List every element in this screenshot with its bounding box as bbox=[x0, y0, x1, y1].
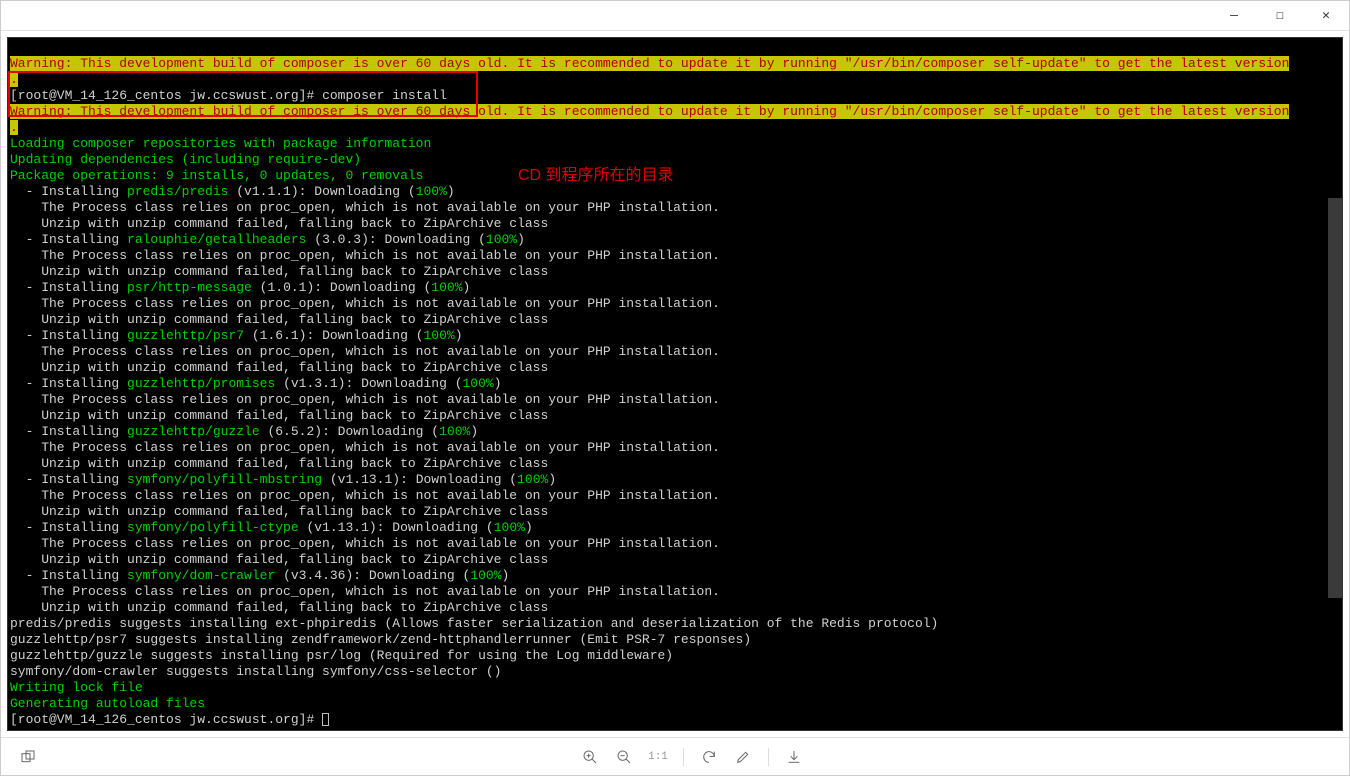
refresh-icon[interactable] bbox=[696, 744, 722, 770]
terminal-output[interactable]: Warning: This development build of compo… bbox=[7, 37, 1343, 731]
install-line: - Installing ralouphie/getallheaders (3.… bbox=[10, 232, 525, 247]
install-line: - Installing guzzlehttp/psr7 (1.6.1): Do… bbox=[10, 328, 463, 343]
maximize-button[interactable]: ☐ bbox=[1257, 1, 1303, 31]
install-line: - Installing symfony/polyfill-ctype (v1.… bbox=[10, 520, 533, 535]
warning-dot: . bbox=[10, 72, 18, 87]
prompt-line: [root@VM_14_126_centos jw.ccswust.org]# … bbox=[10, 88, 447, 103]
proc-line: The Process class relies on proc_open, w… bbox=[10, 248, 720, 263]
warning-line: Warning: This development build of compo… bbox=[10, 56, 1289, 71]
proc-line: The Process class relies on proc_open, w… bbox=[10, 344, 720, 359]
install-block: - Installing predis/predis (v1.1.1): Dow… bbox=[10, 184, 1340, 616]
proc-line: The Process class relies on proc_open, w… bbox=[10, 584, 720, 599]
unzip-line: Unzip with unzip command failed, falling… bbox=[10, 600, 548, 615]
annotation-text: CD 到程序所在的目录 bbox=[518, 168, 674, 184]
proc-line: The Process class relies on proc_open, w… bbox=[10, 200, 720, 215]
install-line: - Installing symfony/polyfill-mbstring (… bbox=[10, 472, 556, 487]
separator bbox=[683, 748, 684, 766]
install-line: - Installing predis/predis (v1.1.1): Dow… bbox=[10, 184, 455, 199]
proc-line: The Process class relies on proc_open, w… bbox=[10, 488, 720, 503]
separator bbox=[768, 748, 769, 766]
zoom-in-icon[interactable] bbox=[577, 744, 603, 770]
unzip-line: Unzip with unzip command failed, falling… bbox=[10, 408, 548, 423]
unzip-line: Unzip with unzip command failed, falling… bbox=[10, 456, 548, 471]
unzip-line: Unzip with unzip command failed, falling… bbox=[10, 504, 548, 519]
suggest-line: predis/predis suggests installing ext-ph… bbox=[10, 616, 938, 631]
close-button[interactable]: ✕ bbox=[1303, 1, 1349, 31]
command-text: composer install bbox=[322, 88, 447, 103]
edit-icon[interactable] bbox=[730, 744, 756, 770]
proc-line: The Process class relies on proc_open, w… bbox=[10, 440, 720, 455]
loading-line: Loading composer repositories with packa… bbox=[10, 136, 431, 151]
one-to-one-button[interactable]: 1:1 bbox=[645, 744, 671, 770]
install-line: - Installing guzzlehttp/guzzle (6.5.2): … bbox=[10, 424, 478, 439]
generating-line: Generating autoload files bbox=[10, 696, 205, 711]
unzip-line: Unzip with unzip command failed, falling… bbox=[10, 552, 548, 567]
install-line: - Installing symfony/dom-crawler (v3.4.3… bbox=[10, 568, 509, 583]
download-icon[interactable] bbox=[781, 744, 807, 770]
install-line: - Installing psr/http-message (1.0.1): D… bbox=[10, 280, 470, 295]
suggest-line: guzzlehttp/psr7 suggests installing zend… bbox=[10, 632, 751, 647]
operations-line: Package operations: 9 installs, 0 update… bbox=[10, 168, 423, 183]
shell-prompt: [root@VM_14_126_centos jw.ccswust.org]# bbox=[10, 712, 322, 727]
app-window: — ☐ ✕ Warning: This development build of… bbox=[0, 0, 1350, 776]
suggest-line: guzzlehttp/guzzle suggests installing ps… bbox=[10, 648, 673, 663]
bottom-toolbar: 1:1 bbox=[1, 737, 1349, 775]
warning-line-2: Warning: This development build of compo… bbox=[10, 104, 1289, 119]
warning-dot-2: . bbox=[10, 120, 18, 135]
proc-line: The Process class relies on proc_open, w… bbox=[10, 392, 720, 407]
proc-line: The Process class relies on proc_open, w… bbox=[10, 536, 720, 551]
prompt-line-2: [root@VM_14_126_centos jw.ccswust.org]# bbox=[10, 712, 329, 727]
minimize-button[interactable]: — bbox=[1211, 1, 1257, 31]
unzip-line: Unzip with unzip command failed, falling… bbox=[10, 216, 548, 231]
toolbar-center: 1:1 bbox=[49, 744, 1335, 770]
scrollbar[interactable] bbox=[1328, 198, 1342, 598]
updating-line: Updating dependencies (including require… bbox=[10, 152, 361, 167]
proc-line: The Process class relies on proc_open, w… bbox=[10, 296, 720, 311]
zoom-out-icon[interactable] bbox=[611, 744, 637, 770]
writing-line: Writing lock file bbox=[10, 680, 143, 695]
install-line: - Installing guzzlehttp/promises (v1.3.1… bbox=[10, 376, 502, 391]
unzip-line: Unzip with unzip command failed, falling… bbox=[10, 264, 548, 279]
unzip-line: Unzip with unzip command failed, falling… bbox=[10, 360, 548, 375]
titlebar: — ☐ ✕ bbox=[1, 1, 1349, 31]
unzip-line: Unzip with unzip command failed, falling… bbox=[10, 312, 548, 327]
suggest-line: symfony/dom-crawler suggests installing … bbox=[10, 664, 501, 679]
shell-prompt: [root@VM_14_126_centos jw.ccswust.org]# bbox=[10, 88, 322, 103]
cursor-icon bbox=[322, 713, 329, 726]
double-window-icon[interactable] bbox=[15, 744, 41, 770]
